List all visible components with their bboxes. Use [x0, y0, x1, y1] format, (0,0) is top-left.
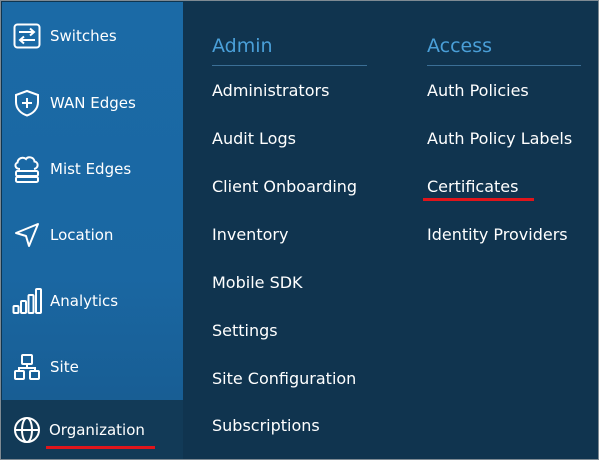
- sidebar-item-mist-edges[interactable]: Mist Edges: [2, 136, 183, 202]
- menu-link-administrators[interactable]: Administrators: [212, 81, 329, 100]
- sidebar: Switches WAN Edges Mist Edges Location A…: [2, 2, 183, 459]
- menu-link-site-configuration[interactable]: Site Configuration: [212, 369, 356, 388]
- app-frame: Switches WAN Edges Mist Edges Location A…: [0, 0, 599, 460]
- shield-plus-icon: [12, 88, 42, 118]
- highlight-underline: [423, 198, 534, 201]
- admin-heading: Admin: [212, 35, 273, 57]
- globe-icon: [12, 415, 42, 445]
- sidebar-item-analytics[interactable]: Analytics: [2, 268, 183, 334]
- access-heading: Access: [427, 35, 493, 57]
- sidebar-item-label: Location: [50, 226, 114, 244]
- menu-link-auth-policies[interactable]: Auth Policies: [427, 81, 529, 100]
- switch-arrows-icon: [12, 21, 42, 51]
- menu-link-auth-policy-labels[interactable]: Auth Policy Labels: [427, 129, 572, 148]
- sidebar-item-label: Organization: [49, 421, 145, 439]
- cloud-server-icon: [12, 154, 42, 184]
- sidebar-item-organization[interactable]: Organization: [2, 400, 183, 459]
- admin-divider: [212, 65, 367, 66]
- sidebar-item-site[interactable]: Site: [2, 334, 183, 400]
- menu-link-mobile-sdk[interactable]: Mobile SDK: [212, 273, 303, 292]
- organization-menu: Admin Administrators Audit Logs Client O…: [183, 2, 598, 459]
- sidebar-item-wan-edges[interactable]: WAN Edges: [2, 70, 183, 136]
- menu-link-inventory[interactable]: Inventory: [212, 225, 288, 244]
- menu-link-client-onboarding[interactable]: Client Onboarding: [212, 177, 357, 196]
- sidebar-item-switches[interactable]: Switches: [2, 3, 183, 69]
- access-divider: [427, 65, 581, 66]
- bar-chart-icon: [12, 286, 42, 316]
- sidebar-item-location[interactable]: Location: [2, 202, 183, 268]
- menu-link-audit-logs[interactable]: Audit Logs: [212, 129, 296, 148]
- site-tree-icon: [12, 352, 42, 382]
- sidebar-item-label: WAN Edges: [50, 94, 136, 112]
- sidebar-item-label: Site: [50, 358, 79, 376]
- sidebar-item-label: Mist Edges: [50, 160, 132, 178]
- sidebar-item-label: Analytics: [50, 292, 119, 310]
- highlight-underline: [46, 446, 155, 449]
- menu-link-certificates[interactable]: Certificates: [427, 177, 518, 196]
- location-arrow-icon: [12, 220, 42, 250]
- sidebar-item-label: Switches: [50, 27, 117, 45]
- menu-link-identity-providers[interactable]: Identity Providers: [427, 225, 568, 244]
- menu-link-subscriptions[interactable]: Subscriptions: [212, 416, 320, 435]
- menu-link-settings[interactable]: Settings: [212, 321, 278, 340]
